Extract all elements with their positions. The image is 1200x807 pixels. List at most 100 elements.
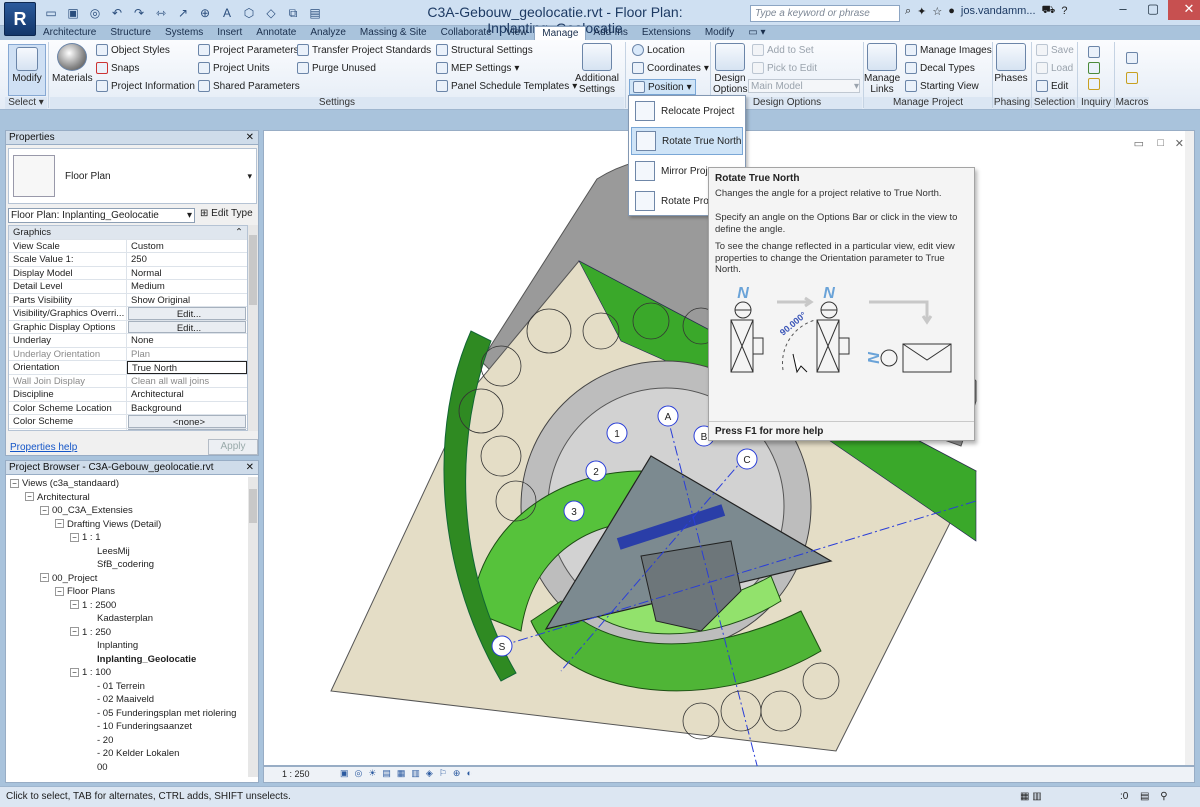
- macro-manager-button[interactable]: [1126, 52, 1138, 64]
- tag-icon[interactable]: ⊕: [196, 4, 214, 22]
- ribbon-minimize-icon[interactable]: ▭ ▾: [741, 26, 772, 40]
- dimension-icon[interactable]: ↗: [174, 4, 192, 22]
- tab-view[interactable]: View: [499, 26, 535, 40]
- property-row[interactable]: Underlay Orientation Plan: [9, 347, 247, 361]
- tree-node[interactable]: − Views (c3a_standaard): [6, 477, 248, 491]
- transfer-project-standards-button[interactable]: Transfer Project Standards: [297, 44, 431, 56]
- panel-schedule-templates-button[interactable]: Panel Schedule Templates ▾: [436, 80, 577, 92]
- application-menu-button[interactable]: R: [4, 2, 36, 36]
- location-button[interactable]: Location: [632, 44, 685, 56]
- property-row[interactable]: Scale Value 1: 250: [9, 253, 247, 267]
- tree-node[interactable]: - 05 Funderingsplan met riolering: [6, 707, 248, 721]
- materials-button[interactable]: Materials: [52, 43, 93, 84]
- collapse-icon[interactable]: −: [70, 532, 79, 542]
- tree-node[interactable]: − Architectural: [6, 491, 248, 505]
- edit-selection-button[interactable]: Edit: [1036, 80, 1068, 92]
- minimize-icon[interactable]: –: [1108, 0, 1138, 20]
- property-row[interactable]: Visibility/Graphics Overri... Edit...: [9, 307, 247, 321]
- menu-item-relocate-project[interactable]: Relocate Project: [631, 97, 743, 125]
- property-row[interactable]: Parts Visibility Show Original: [9, 293, 247, 307]
- tree-node[interactable]: −1 : 100: [6, 666, 248, 680]
- help-icon[interactable]: ?: [1061, 5, 1067, 17]
- tab-architecture[interactable]: Architecture: [36, 26, 103, 40]
- text-icon[interactable]: A: [218, 4, 236, 22]
- tree-node[interactable]: - 20: [6, 734, 248, 748]
- tree-node[interactable]: −1 : 250: [6, 626, 248, 640]
- tab-analyze[interactable]: Analyze: [303, 26, 353, 40]
- tab-annotate[interactable]: Annotate: [249, 26, 303, 40]
- collapse-icon[interactable]: ⌃: [127, 226, 247, 239]
- property-edit-button[interactable]: Edit...: [128, 307, 246, 320]
- panel-select[interactable]: Select ▾: [5, 97, 47, 109]
- purge-unused-button[interactable]: Purge Unused: [297, 62, 376, 74]
- tree-node[interactable]: − Floor Plans: [6, 585, 248, 599]
- save-selection-button[interactable]: Save: [1036, 44, 1074, 56]
- tree-node[interactable]: - 10 Funderingsaanzet: [6, 720, 248, 734]
- user-name[interactable]: jos.vandamm...: [961, 5, 1036, 17]
- shared-parameters-button[interactable]: Shared Parameters: [198, 80, 300, 92]
- tab-structure[interactable]: Structure: [103, 26, 158, 40]
- object-styles-button[interactable]: Object Styles: [96, 44, 170, 56]
- view-scrollbar[interactable]: [1185, 131, 1194, 765]
- scrollbar-thumb[interactable]: [249, 235, 257, 305]
- property-edit-button[interactable]: Edit...: [128, 428, 246, 430]
- additional-settings-button[interactable]: Additional Settings: [574, 43, 620, 95]
- tree-node[interactable]: − Drafting Views (Detail): [6, 518, 248, 532]
- collapse-icon[interactable]: −: [55, 586, 64, 596]
- manage-links-button[interactable]: Manage Links: [864, 43, 900, 95]
- redo-icon[interactable]: ↷: [130, 4, 148, 22]
- mep-settings-button[interactable]: MEP Settings ▾: [436, 62, 519, 74]
- tree-node[interactable]: LeesMij: [6, 545, 248, 559]
- search-input[interactable]: Type a keyword or phrase: [750, 5, 900, 22]
- property-row[interactable]: Underlay None: [9, 334, 247, 348]
- collapse-icon[interactable]: −: [10, 478, 19, 488]
- filter-icons[interactable]: ▤ ⚲: [1140, 787, 1172, 807]
- main-model-select[interactable]: Main Model ▾: [748, 79, 860, 93]
- user-icon[interactable]: ●: [948, 5, 955, 17]
- worksharing-icons[interactable]: ▦ ▥: [1020, 787, 1042, 807]
- tree-node[interactable]: - 02 Maaiveld: [6, 693, 248, 707]
- maximize-icon[interactable]: ▢: [1138, 0, 1168, 20]
- tree-node[interactable]: −00_C3A_Extensies: [6, 504, 248, 518]
- cart-icon[interactable]: ⛟: [1042, 4, 1056, 18]
- edit-type-button[interactable]: ⊞ Edit Type: [200, 208, 253, 219]
- instance-filter-select[interactable]: Floor Plan: Inplanting_Geolocatie ▾: [8, 208, 195, 223]
- property-edit-button[interactable]: <none>: [128, 415, 246, 428]
- property-row[interactable]: Orientation True North: [9, 361, 247, 375]
- inquiry-select-by-id-button[interactable]: [1088, 62, 1100, 74]
- section-icon[interactable]: ◇: [262, 4, 280, 22]
- save-icon[interactable]: ▣: [64, 4, 82, 22]
- tree-node[interactable]: - 01 Terrein: [6, 680, 248, 694]
- decal-types-button[interactable]: Decal Types: [905, 62, 975, 74]
- collapse-icon[interactable]: −: [70, 667, 79, 677]
- pick-to-edit-button[interactable]: Pick to Edit: [752, 62, 817, 74]
- 3d-view-icon[interactable]: ⬡: [240, 4, 258, 22]
- tree-node[interactable]: −1 : 2500: [6, 599, 248, 613]
- undo-icon[interactable]: ↶: [108, 4, 126, 22]
- tree-node[interactable]: −00_Project: [6, 572, 248, 586]
- tree-node[interactable]: Kadasterplan: [6, 612, 248, 626]
- collapse-icon[interactable]: −: [40, 505, 49, 515]
- tree-node[interactable]: −1 : 1: [6, 531, 248, 545]
- property-row[interactable]: Detail Level Medium: [9, 280, 247, 294]
- coordinates-button[interactable]: Coordinates ▾: [632, 62, 709, 74]
- position-button[interactable]: Position ▾: [629, 79, 696, 95]
- properties-scrollbar[interactable]: [248, 225, 258, 431]
- view-control-icons[interactable]: ▣◎☀▤▦▥◈⚐⊕◐: [340, 768, 478, 779]
- tree-node[interactable]: 00: [6, 761, 248, 775]
- design-options-button[interactable]: Design Options: [713, 43, 747, 95]
- close-icon[interactable]: ✕: [246, 461, 258, 475]
- view-scale[interactable]: 1 : 250: [282, 769, 310, 779]
- close-icon[interactable]: ✕: [246, 131, 258, 145]
- property-row[interactable]: View Scale Custom: [9, 239, 247, 253]
- modify-button[interactable]: Modify: [8, 44, 46, 96]
- subscription-icon[interactable]: ✦: [917, 5, 926, 18]
- inquiry-ids-button[interactable]: [1088, 46, 1100, 58]
- tab-systems[interactable]: Systems: [158, 26, 210, 40]
- tree-node[interactable]: SfB_codering: [6, 558, 248, 572]
- collapse-icon[interactable]: −: [55, 519, 64, 529]
- project-information-button[interactable]: Project Information: [96, 80, 195, 92]
- restore-view-icon[interactable]: ▭: [1134, 137, 1144, 150]
- starting-view-button[interactable]: Starting View: [905, 80, 979, 92]
- menu-item-rotate-true-north[interactable]: Rotate True North: [631, 127, 743, 155]
